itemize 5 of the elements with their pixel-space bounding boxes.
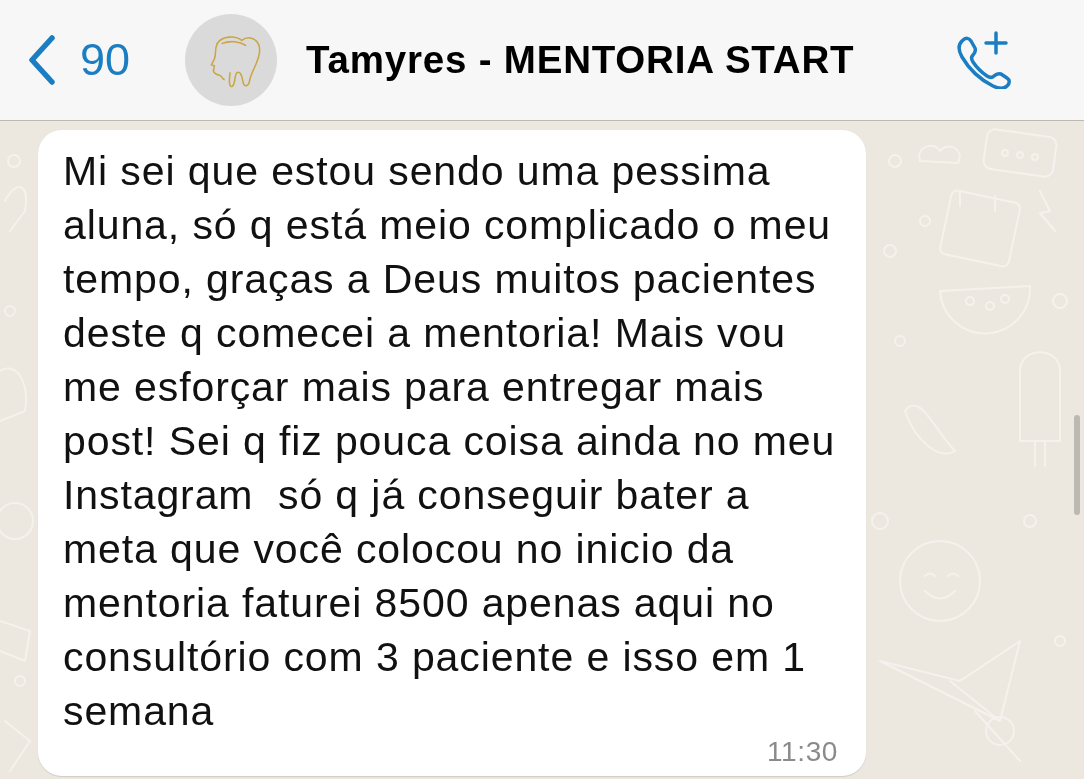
contact-name[interactable]: Tamyres - MENTORIA START	[306, 38, 855, 82]
message-time: 11:30	[767, 738, 838, 766]
message-text: Mi sei que estou sendo uma pessima aluna, só q está meio complicado o meu tempo, graças a Deus muitos pacientes deste q comecei a mentoria! Mais vou me esforçar mais para entregar mais post! Sei q fiz pouca coisa ainda no meu Instagram só q já conseguir bater a meta que você colocou no inicio da mentoria faturei 8500 apenas aqui no consultório com 3 paciente e isso em 1 semana	[63, 147, 836, 736]
chevron-left-icon	[28, 35, 56, 85]
back-button[interactable]: 90	[28, 30, 131, 90]
